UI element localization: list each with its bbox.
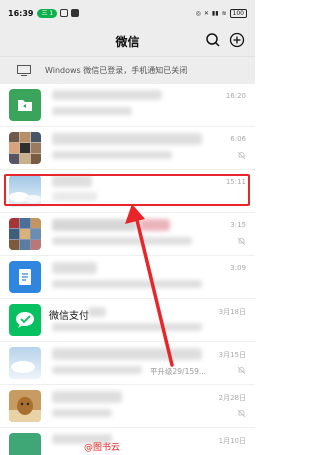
chat-time: 3月15日 — [218, 351, 246, 359]
chat-preview: 平升级29/159... — [150, 367, 207, 376]
status-time: 16:39 — [8, 8, 34, 18]
app-notification-icon — [71, 9, 80, 17]
mute-bell-icon — [237, 151, 246, 160]
chat-time: 16:20 — [225, 92, 246, 100]
watermark: @图书云 — [84, 443, 121, 453]
chat-row-wechat-pay[interactable]: 微信支付 3月18日 — [0, 299, 255, 342]
desktop-login-notice[interactable]: Windows 微信已登录，手机通知已关闭 — [0, 56, 255, 84]
chat-row[interactable]: 2月28日 — [0, 385, 255, 428]
notice-text: Windows 微信已登录，手机通知已关闭 — [45, 66, 188, 75]
search-icon[interactable] — [205, 32, 221, 48]
chat-time: 1月10日 — [218, 437, 246, 445]
folder-icon — [18, 100, 32, 111]
status-right: ◎ ✕ ▮▮ ≋ 100 — [195, 8, 247, 18]
cloud-photo — [11, 361, 35, 373]
battery-indicator: 100 — [229, 8, 247, 18]
group-avatar — [9, 132, 41, 164]
group-avatar-grid — [9, 132, 41, 164]
wechat-pay-avatar — [9, 304, 41, 336]
mute-bell-icon — [237, 366, 246, 375]
chat-row[interactable]: 16:20 — [0, 84, 255, 127]
chat-time: 3:15 — [230, 221, 246, 229]
document-avatar — [9, 261, 41, 293]
wifi-icon: ≋ — [221, 9, 227, 17]
mute-bell-icon — [237, 409, 246, 418]
contact-avatar — [9, 390, 41, 422]
chat-row[interactable]: 3:09 — [0, 256, 255, 299]
status-bar: 16:39 三 1 ◎ ✕ ▮▮ ≋ 100 — [0, 0, 255, 26]
chat-row[interactable]: 1月10日 — [0, 428, 255, 455]
highlight-box — [4, 174, 250, 206]
chat-row[interactable]: 平升级29/159... 3月15日 — [0, 342, 255, 385]
group-avatar-grid — [9, 218, 41, 250]
monitor-icon — [17, 65, 31, 76]
chat-row[interactable]: 6:06 — [0, 127, 255, 170]
chat-bubble-icon — [16, 312, 34, 328]
status-badge: 三 1 — [37, 8, 58, 18]
chat-row[interactable]: 3:15 — [0, 213, 255, 256]
chat-time: 3月18日 — [218, 308, 246, 316]
dog-photo — [9, 397, 41, 422]
chat-time: 6:06 — [230, 135, 246, 143]
chat-time: 3:09 — [230, 264, 246, 272]
document-icon — [19, 269, 31, 285]
alarm-icon: ◎ — [195, 9, 201, 17]
group-avatar — [9, 218, 41, 250]
mute-bell-icon — [237, 237, 246, 246]
chat-name: 微信支付 — [49, 311, 89, 322]
chat-time: 2月28日 — [218, 394, 246, 402]
contact-avatar — [9, 347, 41, 379]
notification-icon — [60, 9, 69, 17]
contact-avatar — [9, 433, 41, 455]
title-bar: 微信 — [0, 26, 255, 56]
signal-icon: ▮▮ — [211, 9, 219, 17]
file-transfer-avatar — [9, 89, 41, 121]
add-icon[interactable] — [229, 32, 245, 48]
mute-status-icon: ✕ — [203, 9, 209, 17]
